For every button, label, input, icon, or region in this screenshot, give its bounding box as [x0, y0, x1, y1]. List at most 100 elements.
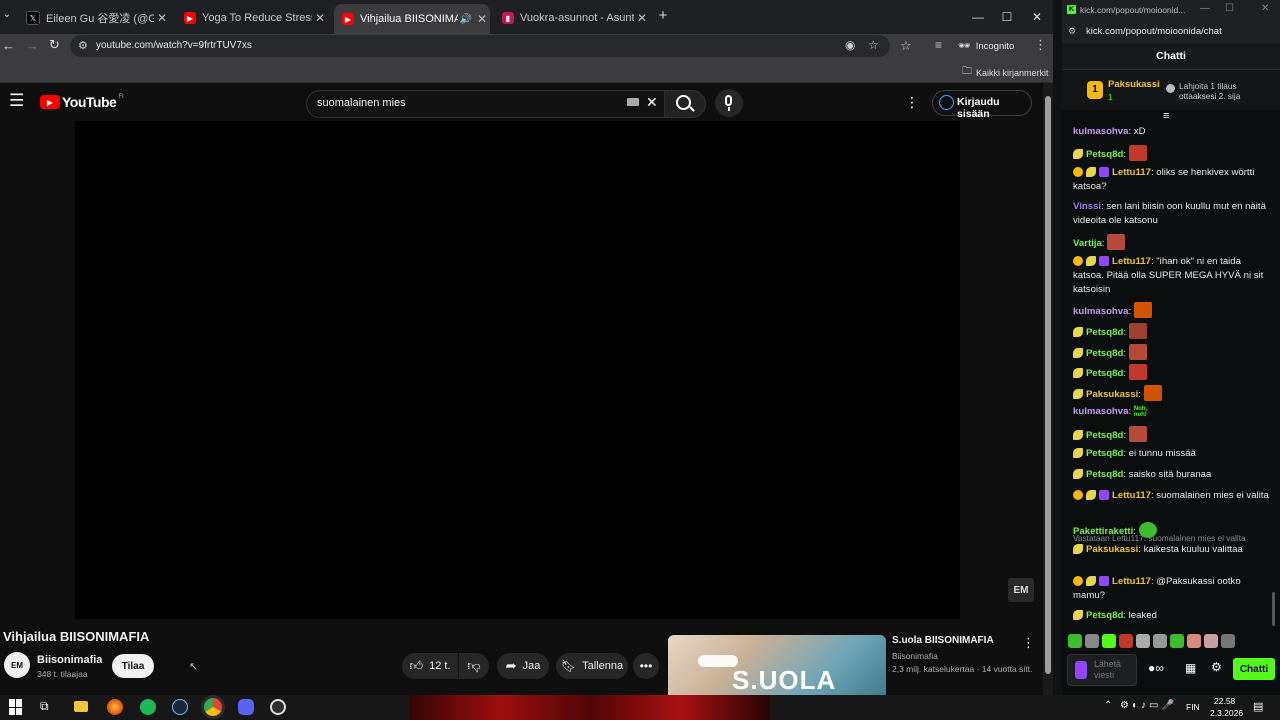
top-gifter-name[interactable]: Paksukassi [1108, 79, 1160, 90]
steam-icon[interactable] [172, 699, 188, 715]
discord-icon[interactable] [238, 699, 254, 715]
chat-username[interactable]: Lettu117 [1112, 490, 1151, 501]
close-icon[interactable]: ✕ [312, 11, 328, 25]
chat-username[interactable]: Lettu117 [1112, 167, 1151, 178]
audio-icon[interactable]: 🔊 [458, 14, 474, 25]
youtube-logo[interactable]: ▶ YouTube FI [40, 94, 124, 110]
send-button[interactable]: Chatti [1233, 658, 1275, 680]
all-bookmarks[interactable]: 🗀 Kaikki kirjanmerkit [962, 64, 1049, 81]
tab-0[interactable]: 𝕏 Eileen Gu 谷愛凌 (@GoEileenGu ✕ [18, 6, 170, 30]
forward-icon[interactable]: → [26, 38, 39, 53]
save-button[interactable]: 🔖︎ Tallenna [556, 653, 628, 679]
address-bar[interactable]: ⚙ youtube.com/watch?v=9frtrTUV7xs ◉ ☆ [70, 35, 890, 57]
tray-icons[interactable]: ⚙◐♪▭🎤 [1120, 700, 1177, 711]
kick-address-bar[interactable]: ⚙ kick.com/popout/moioonida/chat [1062, 21, 1280, 43]
chat-username[interactable]: Petsq8d [1086, 348, 1123, 359]
chat-emote-icon[interactable] [1133, 302, 1152, 318]
chat-username[interactable]: kulmasohva [1073, 406, 1128, 417]
chat-scrollbar[interactable] [1272, 592, 1275, 626]
spotify-icon[interactable] [140, 699, 156, 715]
chat-username[interactable]: Vartija [1073, 238, 1102, 249]
tab-2[interactable]: ▶ Vihjailua BIISONIMAFIA - Yo 🔊 ✕ [334, 4, 490, 34]
chat-username[interactable]: Petsq8d [1086, 430, 1123, 441]
chat-emote-icon[interactable] [1128, 145, 1147, 161]
quick-emote-icon[interactable] [1085, 634, 1099, 648]
site-info-icon[interactable]: ⚙ [78, 39, 88, 52]
incognito-badge[interactable]: 🕶 Incognito [958, 38, 1014, 54]
chat-username[interactable]: Petsq8d [1086, 469, 1123, 480]
search-box[interactable]: suomalainen mies ✕ [306, 90, 670, 118]
kick-close-icon[interactable]: ✕ [1261, 3, 1269, 14]
quick-emote-icon[interactable] [1170, 634, 1184, 648]
menu-icon[interactable]: ⋮ [1034, 37, 1047, 53]
quick-emote-icon[interactable] [1153, 634, 1167, 648]
back-icon[interactable]: ← [2, 38, 15, 53]
star-icon[interactable]: ☆ [868, 38, 879, 52]
quick-emote-icon[interactable] [1204, 634, 1218, 648]
reload-icon[interactable]: ↻ [49, 37, 60, 53]
quick-emote-icon[interactable] [1187, 634, 1201, 648]
task-view-icon[interactable]: ⧉ [40, 699, 56, 715]
site-settings-icon[interactable]: ⚙ [1068, 26, 1076, 37]
maximize-icon[interactable]: ☐ [992, 6, 1022, 28]
chat-username[interactable]: Lettu117 [1112, 256, 1151, 267]
tab-search-icon[interactable]: ⌄ [0, 9, 14, 23]
new-tab-icon[interactable]: + [655, 8, 671, 24]
chat-username[interactable]: Petsq8d [1086, 149, 1123, 160]
kick-maximize-icon[interactable]: ☐ [1225, 3, 1234, 14]
clock-date[interactable]: 2.3.2026 [1210, 708, 1243, 718]
close-icon[interactable]: ✕ [474, 12, 490, 26]
chat-username[interactable]: Paksukassi [1086, 389, 1138, 400]
settings-icon[interactable]: ⚙ [1211, 660, 1222, 674]
language-indicator[interactable]: FIN [1186, 702, 1200, 712]
chat-emote-icon[interactable] [1128, 426, 1147, 442]
chat-username[interactable]: Petsq8d [1086, 368, 1123, 379]
quick-emote-icon[interactable] [1068, 634, 1082, 648]
more-actions-button[interactable]: ••• [633, 653, 659, 679]
minimize-icon[interactable]: — [963, 6, 993, 28]
chat-username[interactable]: Petsq8d [1086, 448, 1123, 459]
start-icon[interactable] [9, 699, 25, 715]
notification-icon[interactable]: ▤ [1253, 700, 1263, 713]
chat-username[interactable]: Lettu117 [1112, 576, 1151, 587]
chat-username[interactable]: kulmasohva [1073, 126, 1128, 137]
tab-3[interactable]: ▮ Vuokra-asunnot - Asuntohaku ✕ [494, 6, 650, 30]
subscribe-button[interactable]: Tilaa [112, 654, 154, 678]
bookmark-star-icon[interactable]: ☆ [900, 38, 912, 54]
chat-emote-icon[interactable] [1128, 364, 1147, 380]
recommended-title[interactable]: S.uola BIISONIMAFIA [892, 635, 994, 646]
recommended-thumbnail[interactable]: S.UOLA [668, 635, 886, 695]
clock-time[interactable]: 22.58 [1214, 696, 1235, 706]
quick-emote-icon[interactable] [1119, 634, 1133, 648]
media-icon[interactable]: ≡ [935, 38, 942, 52]
quick-emote-icon[interactable] [1221, 634, 1235, 648]
share-button[interactable]: ➦ Jaa [497, 653, 549, 679]
emote-picker-icon[interactable]: ●∞ [1148, 661, 1164, 675]
firefox-icon[interactable] [107, 699, 123, 715]
chat-username[interactable]: Vinssi [1073, 201, 1101, 212]
watermark-logo[interactable]: EM [1008, 578, 1034, 602]
filter-icon[interactable]: ≡ [1163, 110, 1169, 122]
video-player[interactable] [75, 121, 960, 619]
scrollbar-thumb[interactable] [1045, 96, 1051, 674]
search-input[interactable]: suomalainen mies [317, 97, 406, 109]
hamburger-icon[interactable]: ☰ [9, 92, 24, 110]
close-icon[interactable]: ✕ [634, 11, 650, 25]
more-icon[interactable]: ⋮ [905, 94, 919, 111]
close-icon[interactable]: ✕ [154, 11, 170, 25]
signin-button[interactable]: Kirjaudu sisään [932, 90, 1032, 120]
chat-username[interactable]: kulmasohva [1073, 306, 1128, 317]
url-text[interactable]: youtube.com/watch?v=9frtrTUV7xs [96, 40, 252, 51]
channel-name[interactable]: Biisonimafia [37, 654, 102, 666]
store-icon[interactable]: ▦ [1185, 661, 1196, 675]
clear-icon[interactable]: ✕ [646, 94, 658, 111]
obs-icon[interactable] [270, 699, 286, 715]
tray-chevron-icon[interactable]: ⌃ [1104, 700, 1112, 711]
quick-emote-icon[interactable] [1136, 634, 1150, 648]
chat-emote-icon[interactable]: Noh, noh! [1134, 406, 1152, 418]
like-button[interactable]: 👍︎ 12 t. [402, 653, 458, 679]
dislike-button[interactable]: 👎︎ [459, 653, 489, 679]
tab-1[interactable]: ▶ Yoga To Reduce Stress | 30 Min ✕ [176, 6, 328, 30]
chat-emote-icon[interactable] [1143, 385, 1162, 401]
chat-input[interactable]: Lähetä viesti [1067, 654, 1137, 686]
